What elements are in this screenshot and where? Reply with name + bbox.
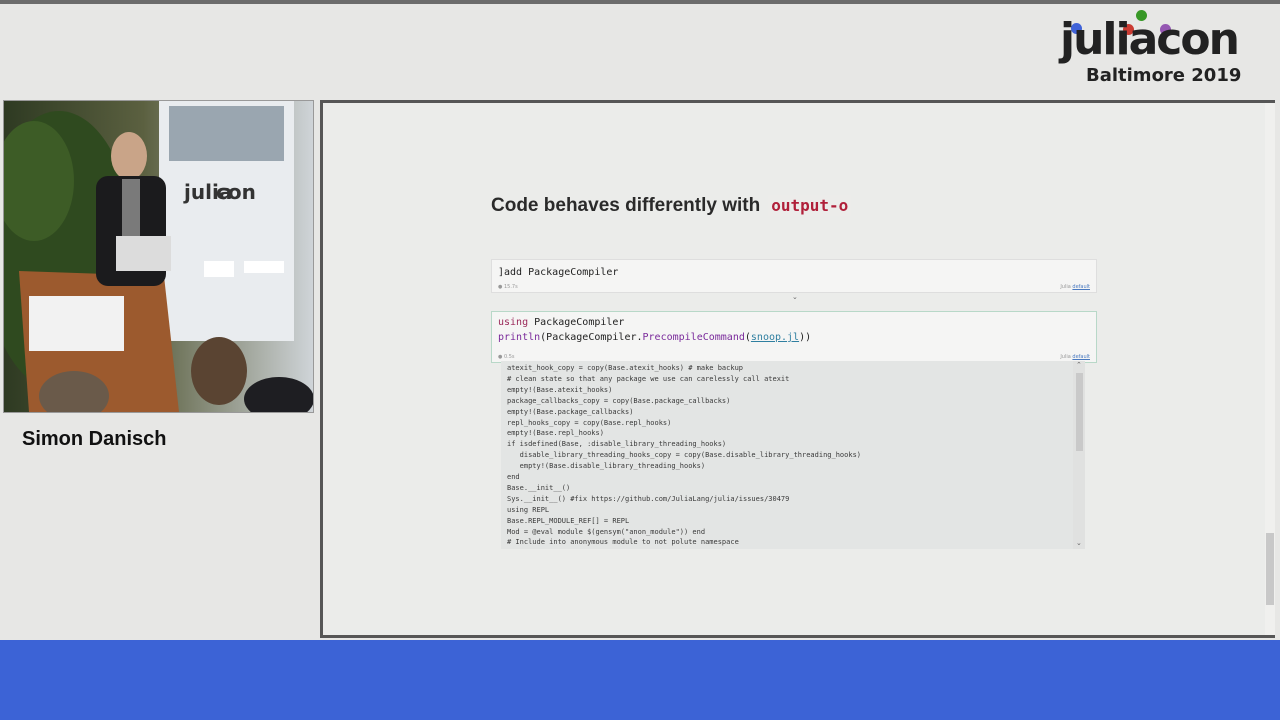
snoop-file-link[interactable]: snoop.jl — [751, 332, 799, 343]
output-scrollbar[interactable]: ⌃ ⌄ — [1073, 361, 1085, 549]
output-line: # Include into anonymous module to not p… — [507, 538, 739, 547]
svg-text:con: con — [216, 180, 256, 204]
output-line: package_callbacks_copy = copy(Base.packa… — [507, 396, 731, 405]
cell-1-language-link[interactable]: default — [1072, 284, 1090, 290]
output-line: Base.__init__() — [507, 483, 571, 492]
slide-scrollbar[interactable] — [1265, 103, 1275, 635]
output-line: if isdefined(Base, :disable_library_thre… — [507, 440, 727, 449]
speaker-video: julia con — [3, 100, 314, 413]
output-line: empty!(Base.atexit_hooks) — [507, 385, 613, 394]
output-line: atexit_hook_copy = copy(Base.atexit_hook… — [507, 364, 744, 372]
top-border — [0, 0, 1280, 4]
output-line: empty!(Base.package_callbacks) — [507, 407, 634, 416]
cell-2-output[interactable]: atexit_hook_copy = copy(Base.atexit_hook… — [501, 361, 1085, 549]
speaker-video-frame: julia con — [4, 101, 313, 412]
code-cell-2-line-2: println(PackageCompiler.PrecompileComman… — [498, 332, 812, 343]
output-line: Mod = @eval module $(gensym("anon_module… — [507, 527, 706, 536]
cell-2-language-link[interactable]: default — [1072, 354, 1090, 360]
output-line: end — [507, 473, 520, 481]
output-line: using REPL — [507, 505, 550, 514]
juliacon-logo: juliacon Baltimore 2019 — [1060, 8, 1270, 92]
scroll-up-icon[interactable]: ⌃ — [1076, 361, 1082, 369]
output-scrollbar-thumb[interactable] — [1076, 373, 1083, 451]
output-line: disable_library_threading_hooks_copy = c… — [507, 451, 862, 460]
cell-1-language: Julia default — [1060, 284, 1090, 290]
output-line: Sys.__init__() #fix https://github.com/J… — [507, 494, 790, 503]
scroll-down-icon[interactable]: ⌄ — [1076, 539, 1082, 547]
presentation-slide: Code behaves differently with output-o ]a… — [320, 100, 1275, 638]
cell-1-timing: ● 15.7s — [498, 284, 518, 290]
slide-title-text: Code behaves differently with — [491, 195, 761, 216]
speaker-name: Simon Danisch — [22, 428, 167, 450]
slide-title-code: output-o — [768, 195, 852, 216]
output-line: empty!(Base.repl_hooks) — [507, 429, 604, 438]
slide-canvas: Code behaves differently with output-o ]a… — [323, 103, 1265, 635]
logo-subtitle: Baltimore 2019 — [1086, 65, 1242, 86]
slide-title: Code behaves differently with output-o — [491, 195, 852, 217]
code-cell-2-line-1: using PackageCompiler — [498, 317, 625, 328]
cell-2-language: Julia default — [1060, 354, 1090, 360]
bottom-banner — [0, 640, 1280, 720]
output-line: Base.REPL_MODULE_REF[] = REPL — [507, 516, 630, 525]
output-line: repl_hooks_copy = copy(Base.repl_hooks) — [507, 418, 672, 427]
logo-wordmark: juliacon — [1060, 14, 1240, 65]
chevron-down-icon[interactable]: ⌄ — [792, 293, 798, 301]
slide-scrollbar-thumb[interactable] — [1266, 533, 1274, 605]
code-cell-1-code: ]add PackageCompiler — [498, 267, 619, 278]
code-cell-1[interactable]: ]add PackageCompiler ● 15.7s Julia defau… — [491, 259, 1097, 293]
cell-2-timing: ● 0.5s — [498, 354, 515, 360]
output-line: # clean state so that any package we use… — [507, 374, 790, 383]
output-line: empty!(Base.disable_library_threading_ho… — [507, 462, 706, 471]
code-cell-2[interactable]: using PackageCompiler println(PackageCom… — [491, 311, 1097, 363]
